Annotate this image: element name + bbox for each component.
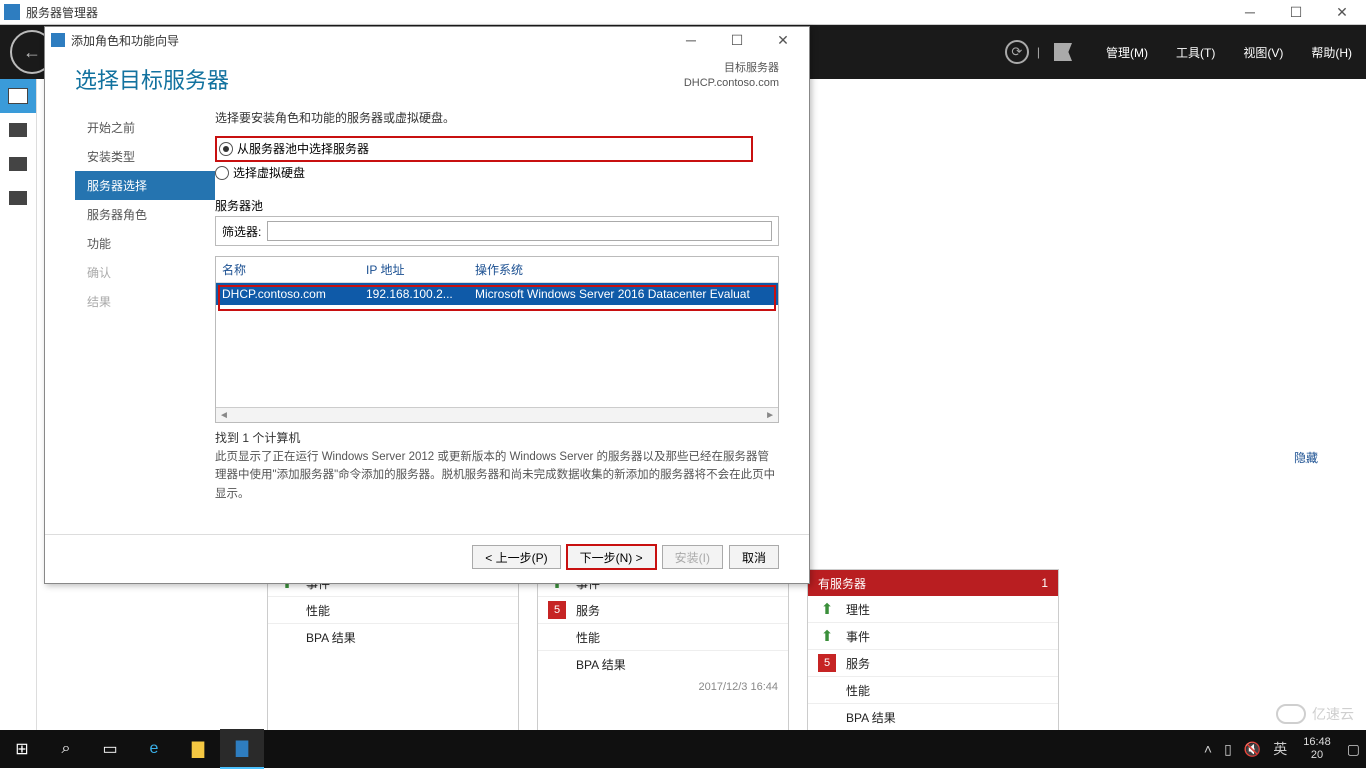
- watermark: 亿速云: [1276, 704, 1354, 724]
- left-rail: [0, 79, 37, 731]
- wizard-minimize[interactable]: ─: [677, 32, 705, 49]
- main-title: 服务器管理器: [26, 4, 1236, 21]
- radio-on-icon: [219, 142, 233, 156]
- tile-perf: 性能: [306, 602, 330, 619]
- tile-timestamp: [268, 650, 518, 670]
- nav-before[interactable]: 开始之前: [75, 113, 215, 142]
- maximize-button[interactable]: ☐: [1282, 4, 1310, 21]
- tile-local[interactable]: ⬆事件 性能 BPA 结果: [267, 569, 519, 751]
- tile-all-servers[interactable]: 有服务器1 ⬆理性 ⬆事件 5服务 性能 BPA 结果 2017/12/3 16…: [807, 569, 1059, 751]
- server-manager-task-icon[interactable]: ▇: [220, 729, 264, 769]
- wizard-close[interactable]: ✕: [769, 32, 797, 49]
- tile-header: 有服务器: [818, 575, 866, 592]
- wizard-dialog: 添加角色和功能向导 ─ ☐ ✕ 选择目标服务器 目标服务器 DHCP.conto…: [44, 26, 810, 584]
- col-ip[interactable]: IP 地址: [366, 261, 471, 278]
- hide-link[interactable]: 隐藏: [1294, 449, 1318, 466]
- refresh-icon[interactable]: ⟳: [1005, 40, 1029, 64]
- wizard-heading: 选择目标服务器: [75, 63, 684, 95]
- wizard-title: 添加角色和功能向导: [71, 32, 677, 49]
- filter-input[interactable]: [267, 221, 772, 241]
- h-scrollbar[interactable]: ◄►: [216, 407, 778, 422]
- col-os[interactable]: 操作系统: [475, 261, 772, 278]
- alert-badge: 5: [548, 601, 566, 619]
- wizard-maximize[interactable]: ☐: [723, 32, 751, 49]
- col-name[interactable]: 名称: [222, 261, 362, 278]
- nav-server-select[interactable]: 服务器选择: [75, 171, 215, 200]
- app-icon: [4, 4, 20, 20]
- radio-server-pool[interactable]: 从服务器池中选择服务器: [219, 138, 749, 159]
- network-icon[interactable]: ▯: [1224, 741, 1232, 758]
- clock[interactable]: 16:48 20: [1293, 736, 1341, 762]
- tile-services[interactable]: ⬆事件 5服务 性能 BPA 结果 2017/12/3 16:44: [537, 569, 789, 751]
- rail-role[interactable]: [0, 181, 36, 215]
- next-button[interactable]: 下一步(N) >: [567, 545, 656, 569]
- nav-roles[interactable]: 服务器角色: [75, 200, 215, 229]
- description-text: 此页显示了正在运行 Windows Server 2012 或更新版本的 Win…: [215, 448, 779, 503]
- up-arrow-icon: ⬆: [818, 627, 836, 645]
- minimize-button[interactable]: ─: [1236, 4, 1264, 21]
- prev-button[interactable]: < 上一步(P): [472, 545, 560, 569]
- nav-confirm: 确认: [75, 258, 215, 287]
- found-count: 找到 1 个计算机: [215, 429, 779, 446]
- cloud-icon: [1276, 704, 1306, 724]
- wizard-nav: 开始之前 安装类型 服务器选择 服务器角色 功能 确认 结果: [75, 107, 215, 534]
- explorer-icon[interactable]: ▇: [176, 730, 220, 768]
- separator: |: [1037, 45, 1040, 59]
- cancel-button[interactable]: 取消: [729, 545, 779, 569]
- menu-tools[interactable]: 工具(T): [1176, 44, 1215, 61]
- tile-bpa: BPA 结果: [306, 629, 356, 646]
- ime-indicator[interactable]: 英: [1273, 739, 1287, 759]
- ie-icon[interactable]: e: [132, 730, 176, 768]
- menu-help[interactable]: 帮助(H): [1311, 44, 1352, 61]
- server-table: 名称 IP 地址 操作系统 DHCP.contoso.com 192.168.1…: [215, 256, 779, 423]
- tile-timestamp: 2017/12/3 16:44: [538, 677, 788, 697]
- menu-view[interactable]: 视图(V): [1243, 44, 1283, 61]
- rail-dashboard[interactable]: [0, 79, 36, 113]
- radio-off-icon: [215, 166, 229, 180]
- rail-local[interactable]: [0, 113, 36, 147]
- pool-label: 服务器池: [215, 197, 779, 214]
- table-row[interactable]: DHCP.contoso.com 192.168.100.2... Micros…: [216, 283, 778, 305]
- radio-vhd[interactable]: 选择虚拟硬盘: [215, 162, 779, 183]
- nav-type[interactable]: 安装类型: [75, 142, 215, 171]
- instruction-text: 选择要安装角色和功能的服务器或虚拟硬盘。: [215, 109, 779, 126]
- action-center-icon[interactable]: ▢: [1347, 741, 1360, 758]
- install-button: 安装(I): [662, 545, 723, 569]
- notifications-icon[interactable]: [1054, 43, 1072, 61]
- filter-label: 筛选器:: [222, 223, 261, 240]
- start-button[interactable]: ⊞: [0, 730, 44, 768]
- rail-all[interactable]: [0, 147, 36, 181]
- destination-server: 目标服务器 DHCP.contoso.com: [684, 61, 779, 92]
- wizard-titlebar: 添加角色和功能向导 ─ ☐ ✕: [45, 27, 809, 53]
- tray-up-icon[interactable]: ˄: [1204, 741, 1212, 757]
- dashboard-tiles: ⬆事件 性能 BPA 结果 ⬆事件 5服务 性能 BPA 结果 2017/12/…: [267, 569, 1059, 751]
- task-view-button[interactable]: ▭: [88, 730, 132, 768]
- sound-icon[interactable]: 🔇: [1244, 741, 1261, 758]
- tile-count: 1: [1041, 576, 1048, 590]
- up-arrow-icon: ⬆: [818, 600, 836, 618]
- menu-manage[interactable]: 管理(M): [1106, 44, 1148, 61]
- nav-features[interactable]: 功能: [75, 229, 215, 258]
- wizard-icon: [51, 33, 65, 47]
- nav-results: 结果: [75, 287, 215, 316]
- search-button[interactable]: ⌕: [44, 730, 88, 768]
- alert-badge: 5: [818, 654, 836, 672]
- taskbar: ⊞ ⌕ ▭ e ▇ ▇ ˄ ▯ 🔇 英 16:48 20 ▢: [0, 730, 1366, 768]
- main-titlebar: 服务器管理器 ─ ☐ ✕: [0, 0, 1366, 25]
- close-button[interactable]: ✕: [1328, 4, 1356, 21]
